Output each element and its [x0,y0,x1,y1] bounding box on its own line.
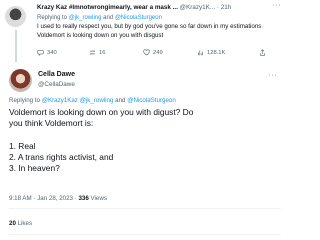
parent-tweet-header: Krazy Kaz #Imnotwrongimearly, wear a mas… [37,4,283,14]
author-handle[interactable]: @CellaDawe [38,81,75,88]
tweet-text-line: 1. Real [9,140,36,151]
share-icon [260,49,265,56]
tweet-time[interactable]: · 21h [217,4,231,11]
likes-link[interactable]: 20 Likes [9,220,32,227]
mention-link[interactable]: @Krazy1Kaz [42,97,78,104]
timestamp[interactable]: 9:18 AM · Jan 28, 2023 · [9,195,78,202]
author-name[interactable]: Krazy Kaz #Imnotwrongimearly, wear a mas… [37,4,178,11]
tweet-text-line: 3. In heaven? [9,163,60,173]
tweet-text-line: you think Voldemort is: [9,118,94,129]
retweet-count: 16 [99,49,106,56]
reply-button[interactable]: 340 [37,49,57,56]
views-label: Views [88,195,107,202]
divider [9,208,281,209]
like-count: 249 [153,49,163,56]
avatar[interactable] [5,6,26,27]
share-button[interactable] [259,49,266,56]
tweet-text-line [9,129,281,140]
author-handle[interactable]: @Krazy1K... [180,4,215,11]
retweet-button[interactable]: 16 [89,49,105,56]
likes-label: Likes [15,220,33,227]
tweet-text-line: 2. A trans rights activist, and [9,151,114,162]
replying-to: Replying to @Krazy1Kaz @jk_rowling and @… [9,97,176,104]
retweet-icon [90,50,95,55]
replying-to-and: and [113,97,128,104]
replying-to-and: and [101,15,115,21]
views-count: 128.1K [207,49,226,56]
replying-to: Replying to @jk_rowling and @NicolaSturg… [37,15,162,21]
mention-link[interactable]: @jk_rowling [69,15,102,21]
main-tweet: Cella Dawe @CellaDawe ··· Replying to @K… [0,62,285,240]
mention-link[interactable]: @jk_rowling [80,97,114,104]
views-button[interactable]: 128.1K [197,49,225,56]
mention-link[interactable]: @NicolaSturgeon [127,97,176,104]
tweet-actions: 340 16 249 128.1K [37,49,277,59]
heart-icon [143,49,150,56]
tweet-text: I used to really respect you, but by god… [37,23,262,39]
views-icon [198,50,203,56]
more-options-icon[interactable]: ··· [273,2,282,9]
reply-icon [37,50,44,56]
tweet-text: Voldemort is looking down on you with di… [9,107,281,174]
likes-count: 20 [9,220,16,227]
avatar[interactable] [9,69,32,92]
mention-link[interactable]: @NicolaSturgeon [115,15,162,21]
tweet-meta: 9:18 AM · Jan 28, 2023 · 336 Views [9,195,107,202]
divider [9,234,281,235]
thread-connector-line [15,30,17,62]
views-count: 336 [78,195,89,202]
like-button[interactable]: 249 [143,49,163,56]
reply-count: 340 [47,49,57,56]
more-options-icon[interactable]: ··· [269,72,278,79]
replying-to-label: Replying to [9,97,42,104]
parent-tweet[interactable]: Krazy Kaz #Imnotwrongimearly, wear a mas… [0,0,285,62]
replying-to-label: Replying to [37,15,69,21]
author-name[interactable]: Cella Dawe [38,71,75,78]
tweet-text-line: Voldemort is looking down on you with di… [9,107,194,117]
